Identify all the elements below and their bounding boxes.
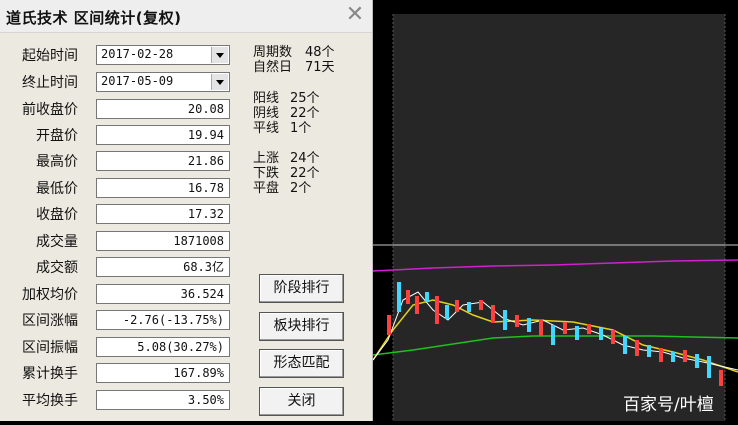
stat-label: 自然日 bbox=[253, 60, 293, 75]
interval-change-field: -2.76(-13.75%) bbox=[96, 310, 230, 330]
field-label: 区间振幅 bbox=[22, 340, 78, 356]
stat-value: 48个 bbox=[305, 45, 335, 60]
open-price-field: 19.94 bbox=[96, 125, 230, 145]
stat-label: 下跌 bbox=[253, 166, 280, 181]
candle bbox=[671, 352, 675, 362]
candle bbox=[467, 302, 471, 312]
candle bbox=[563, 322, 567, 334]
chevron-down-icon[interactable] bbox=[211, 74, 228, 90]
stat-label: 阴线 bbox=[253, 106, 280, 121]
chevron-down-icon[interactable] bbox=[211, 47, 228, 63]
weighted-avg-price-field: 36.524 bbox=[96, 284, 230, 304]
close-price-field: 17.32 bbox=[96, 204, 230, 224]
candle bbox=[425, 292, 429, 302]
candle bbox=[695, 354, 699, 368]
dialog-title: 道氏技术 区间统计(复权) bbox=[6, 9, 182, 27]
candle bbox=[415, 296, 419, 314]
start-time-value: 2017-02-28 bbox=[101, 47, 174, 61]
field-label: 开盘价 bbox=[36, 128, 78, 144]
stat-label: 上涨 bbox=[253, 151, 280, 166]
field-label: 收盘价 bbox=[36, 207, 78, 223]
end-time-select[interactable]: 2017-05-09 bbox=[96, 72, 230, 92]
cumulative-turnover-field: 167.89% bbox=[96, 363, 230, 383]
selected-range-highlight bbox=[393, 14, 725, 421]
pattern-match-button[interactable]: 形态匹配 bbox=[259, 349, 344, 378]
candle bbox=[479, 300, 483, 310]
candle bbox=[515, 315, 519, 327]
stat-value: 1个 bbox=[290, 121, 312, 136]
field-label: 区间涨幅 bbox=[22, 313, 78, 329]
title-bar: 道氏技术 区间统计(复权) ✕ bbox=[0, 0, 372, 33]
candle bbox=[527, 318, 531, 332]
kline-chart-svg bbox=[372, 14, 738, 421]
stat-value: 71天 bbox=[305, 60, 335, 75]
stat-value: 22个 bbox=[290, 106, 320, 121]
prev-close-field: 20.08 bbox=[96, 99, 230, 119]
candle bbox=[387, 315, 391, 335]
candle bbox=[623, 336, 627, 354]
stat-value: 25个 bbox=[290, 91, 320, 106]
low-price-field: 16.78 bbox=[96, 178, 230, 198]
candle bbox=[707, 356, 711, 378]
candle bbox=[635, 340, 639, 356]
field-label: 最低价 bbox=[36, 181, 78, 197]
candle bbox=[445, 305, 449, 319]
candle bbox=[503, 310, 507, 330]
candle bbox=[647, 345, 651, 357]
candle bbox=[599, 328, 603, 340]
stat-label: 周期数 bbox=[253, 45, 293, 60]
sector-ranking-button[interactable]: 板块排行 bbox=[259, 312, 344, 341]
candle bbox=[455, 300, 459, 312]
field-label: 最高价 bbox=[36, 154, 78, 170]
stat-label: 平线 bbox=[253, 121, 280, 136]
interval-amplitude-field: 5.08(30.27%) bbox=[96, 337, 230, 357]
close-icon[interactable]: ✕ bbox=[344, 4, 366, 26]
stat-label: 阳线 bbox=[253, 91, 280, 106]
field-label: 累计换手 bbox=[22, 366, 78, 382]
candle bbox=[575, 326, 579, 340]
high-price-field: 21.86 bbox=[96, 151, 230, 171]
stat-value: 2个 bbox=[290, 181, 312, 196]
turnover-amount-field: 68.3亿 bbox=[96, 257, 230, 277]
end-time-value: 2017-05-09 bbox=[101, 74, 174, 88]
candle bbox=[587, 324, 591, 334]
volume-field: 1871008 bbox=[96, 231, 230, 251]
candle bbox=[611, 330, 615, 344]
candle bbox=[539, 320, 543, 336]
close-button[interactable]: 关闭 bbox=[259, 387, 344, 416]
candle bbox=[491, 305, 495, 323]
interval-statistics-dialog: 道氏技术 区间统计(复权) ✕ 起始时间 2017-02-28 终止时间 201… bbox=[0, 0, 373, 421]
field-label: 成交额 bbox=[36, 260, 78, 276]
candle bbox=[397, 282, 401, 312]
candle bbox=[659, 348, 663, 362]
field-label: 前收盘价 bbox=[22, 102, 78, 118]
stage-ranking-button[interactable]: 阶段排行 bbox=[259, 274, 344, 303]
field-label: 平均换手 bbox=[22, 393, 78, 409]
candle bbox=[683, 350, 687, 362]
kline-chart-panel[interactable] bbox=[372, 0, 738, 421]
stat-value: 22个 bbox=[290, 166, 320, 181]
candle bbox=[719, 370, 723, 386]
average-turnover-field: 3.50% bbox=[96, 390, 230, 410]
candle bbox=[551, 325, 555, 345]
stat-value: 24个 bbox=[290, 151, 320, 166]
field-label: 加权均价 bbox=[22, 287, 78, 303]
candle bbox=[406, 290, 410, 304]
field-label: 成交量 bbox=[36, 234, 78, 250]
stat-label: 平盘 bbox=[253, 181, 280, 196]
candle bbox=[435, 296, 439, 324]
end-time-label: 终止时间 bbox=[22, 75, 78, 91]
start-time-select[interactable]: 2017-02-28 bbox=[96, 45, 230, 65]
watermark-text: 百家号/叶檀 bbox=[623, 395, 714, 415]
start-time-label: 起始时间 bbox=[22, 48, 78, 64]
